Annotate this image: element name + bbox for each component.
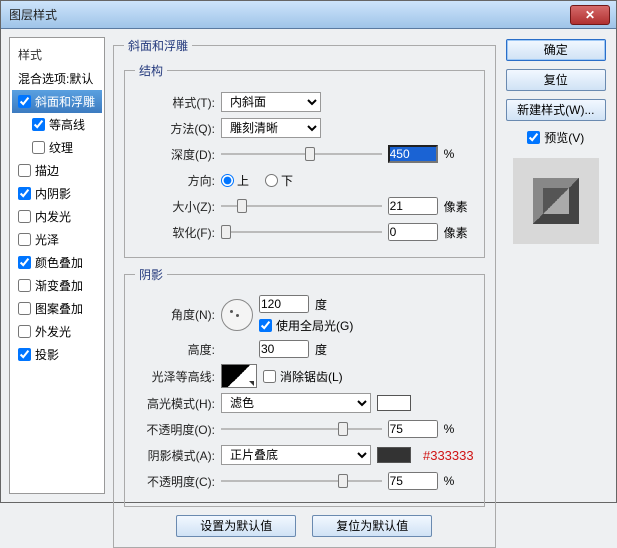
shading-legend: 阴影 [135,266,167,283]
preview-check[interactable]: 预览(V) [527,129,584,146]
style-item-dropshadow[interactable]: 投影 [12,343,102,366]
altitude-unit: 度 [315,341,327,358]
style-item-bevel[interactable]: 斜面和浮雕 [12,90,102,113]
depth-unit: % [444,147,474,161]
shadow-mode-select[interactable]: 正片叠底 [221,445,371,465]
technique-label: 方法(Q): [135,120,215,137]
pct: % [444,422,474,436]
chk-satin[interactable] [18,233,31,246]
soften-slider[interactable] [221,223,382,241]
structure-legend: 结构 [135,62,167,79]
close-button[interactable]: ✕ [570,5,610,25]
preview-shape-icon [533,178,579,224]
cancel-button[interactable]: 复位 [506,69,606,91]
chk-gradientoverlay[interactable] [18,279,31,292]
chk-patternoverlay[interactable] [18,302,31,315]
angle-dial[interactable] [221,299,253,331]
make-default-button[interactable]: 设置为默认值 [176,515,296,537]
style-item-texture[interactable]: 纹理 [12,136,102,159]
bevel-fieldset: 斜面和浮雕 结构 样式(T): 内斜面 方法(Q): 雕刻清晰 深度(D): % [113,37,496,548]
size-input[interactable] [388,197,438,215]
highlight-mode-label: 高光模式(H): [135,395,215,412]
highlight-mode-select[interactable]: 滤色 [221,393,371,413]
depth-input[interactable] [388,145,438,163]
soften-unit: 像素 [444,224,474,241]
depth-slider[interactable] [221,145,382,163]
chk-dropshadow[interactable] [18,348,31,361]
structure-fieldset: 结构 样式(T): 内斜面 方法(Q): 雕刻清晰 深度(D): % 方向: [124,62,485,258]
highlight-opacity-label: 不透明度(O): [135,421,215,438]
chk-innershadow[interactable] [18,187,31,200]
bevel-legend: 斜面和浮雕 [124,37,192,54]
style-item-coloroverlay[interactable]: 颜色叠加 [12,251,102,274]
chk-texture[interactable] [32,141,45,154]
style-item-satin[interactable]: 光泽 [12,228,102,251]
style-item-innershadow[interactable]: 内阴影 [12,182,102,205]
soften-input[interactable] [388,223,438,241]
window-title: 图层样式 [9,6,57,23]
shadow-opacity-slider[interactable] [221,472,382,490]
chk-stroke[interactable] [18,164,31,177]
direction-up[interactable]: 上 [221,172,249,189]
highlight-opacity-slider[interactable] [221,420,382,438]
size-unit: 像素 [444,198,474,215]
style-item-innerglow[interactable]: 内发光 [12,205,102,228]
highlight-opacity-input[interactable] [388,420,438,438]
chk-contour[interactable] [32,118,45,131]
direction-label: 方向: [135,172,215,189]
new-style-button[interactable]: 新建样式(W)... [506,99,606,121]
reset-default-button[interactable]: 复位为默认值 [312,515,432,537]
content: 样式 混合选项:默认 斜面和浮雕 等高线 纹理 描边 内阴影 内发光 光泽 颜色… [1,29,616,502]
style-item-contour[interactable]: 等高线 [12,113,102,136]
shadow-color-swatch[interactable] [377,447,411,463]
style-label: 样式(T): [135,94,215,111]
style-header: 样式 [12,42,102,67]
titlebar: 图层样式 ✕ [1,1,616,29]
global-light-check[interactable]: 使用全局光(G) [259,317,353,334]
chk-outerglow[interactable] [18,325,31,338]
size-label: 大小(Z): [135,198,215,215]
technique-select[interactable]: 雕刻清晰 [221,118,321,138]
style-item-stroke[interactable]: 描边 [12,159,102,182]
chk-innerglow[interactable] [18,210,31,223]
altitude-label: 高度: [135,341,215,358]
angle-unit: 度 [315,296,327,313]
chk-coloroverlay[interactable] [18,256,31,269]
shadow-mode-label: 阴影模式(A): [135,447,215,464]
preview-box [513,158,599,244]
angle-label: 角度(N): [135,306,215,323]
chk-bevel[interactable] [18,95,31,108]
style-item-patternoverlay[interactable]: 图案叠加 [12,297,102,320]
ok-button[interactable]: 确定 [506,39,606,61]
shadow-opacity-input[interactable] [388,472,438,490]
soften-label: 软化(F): [135,224,215,241]
shading-fieldset: 阴影 角度(N): 度 使用全局光(G) 高度: 度 [124,266,485,507]
settings-panel: 斜面和浮雕 结构 样式(T): 内斜面 方法(Q): 雕刻清晰 深度(D): % [113,37,496,494]
style-select[interactable]: 内斜面 [221,92,321,112]
chevron-down-icon [249,381,254,386]
style-list: 样式 混合选项:默认 斜面和浮雕 等高线 纹理 描边 内阴影 内发光 光泽 颜色… [9,37,105,494]
style-item-outerglow[interactable]: 外发光 [12,320,102,343]
right-panel: 确定 复位 新建样式(W)... 预览(V) [504,37,608,494]
shadow-opacity-label: 不透明度(C): [135,473,215,490]
gloss-contour-picker[interactable] [221,364,257,388]
highlight-color-swatch[interactable] [377,395,411,411]
size-slider[interactable] [221,197,382,215]
depth-label: 深度(D): [135,146,215,163]
style-item-gradientoverlay[interactable]: 渐变叠加 [12,274,102,297]
angle-input[interactable] [259,295,309,313]
shadow-hex-label: #333333 [423,448,474,463]
altitude-input[interactable] [259,340,309,358]
direction-down[interactable]: 下 [265,172,293,189]
gloss-label: 光泽等高线: [135,368,215,385]
antialias-check[interactable]: 消除锯齿(L) [263,368,343,385]
blending-options[interactable]: 混合选项:默认 [12,67,102,90]
